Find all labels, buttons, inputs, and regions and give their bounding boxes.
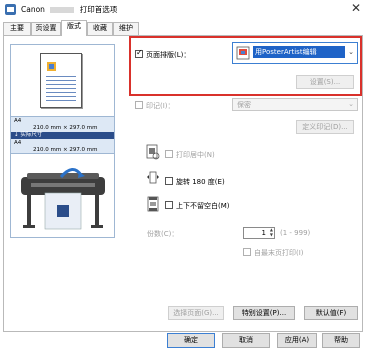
defaults-button[interactable]: 默认值(F) — [304, 306, 358, 320]
page-layout-checkbox[interactable] — [135, 48, 143, 58]
close-icon[interactable]: ✕ — [351, 1, 361, 15]
tab-maintenance[interactable]: 维护 — [113, 22, 139, 35]
print-center-label: 打印居中(N) — [176, 151, 215, 159]
model-name-blurred — [50, 7, 75, 13]
stamp-checkbox[interactable] — [135, 101, 143, 109]
source-size: A4 — [14, 118, 22, 124]
copies-value: 1 — [261, 229, 266, 237]
copies-label: 份数(C)： — [147, 230, 179, 238]
chevron-down-icon: ⌄ — [348, 48, 354, 56]
no-top-bottom-margin-checkbox[interactable] — [165, 201, 173, 209]
rotate-icon — [147, 171, 159, 184]
tab-layout[interactable]: 版式 — [61, 20, 87, 36]
print-from-last-page-checkbox[interactable] — [243, 248, 251, 256]
image-icon — [47, 62, 56, 71]
rotate-180-checkbox[interactable] — [165, 177, 173, 185]
page-layout-select[interactable]: 用PosterArtist编辑 ⌄ — [232, 42, 358, 64]
define-stamp-button[interactable]: 定义印记(D)... — [296, 120, 354, 134]
settings-preview: A4 210.0 mm × 297.0 mm ↓ 实际尺寸 A4 210.0 m… — [10, 44, 115, 238]
title-brand: Canon — [21, 5, 45, 14]
title-suffix: 打印首选项 — [79, 5, 118, 14]
poster-artist-icon — [236, 46, 250, 60]
stamp-value: 保密 — [237, 101, 251, 109]
printer-app-icon — [5, 4, 16, 15]
copies-range: (1 - 999) — [280, 229, 311, 237]
apply-button[interactable]: 应用(A) — [277, 333, 317, 348]
source-dimensions: 210.0 mm × 297.0 mm — [33, 125, 98, 131]
no-top-bottom-margin-label: 上下不留空白(M) — [176, 202, 230, 210]
tab-page-setup[interactable]: 页设置 — [31, 22, 61, 35]
print-center-icon — [146, 144, 160, 160]
layout-settings-button[interactable]: 设置(S)... — [296, 75, 354, 89]
paper-size-info: A4 210.0 mm × 297.0 mm ↓ 实际尺寸 A4 210.0 m… — [11, 116, 114, 154]
spinner-arrows-icon[interactable]: ▲ ▼ — [270, 227, 273, 237]
cancel-button[interactable]: 取消 — [222, 333, 270, 348]
copies-spinner[interactable]: 1 ▲ ▼ — [243, 227, 275, 239]
scaling-row: ↓ 实际尺寸 — [11, 132, 114, 139]
page-layout-value: 用PosterArtist编辑 — [253, 46, 345, 58]
rotate-180-label: 旋转 180 度(E) — [176, 178, 225, 186]
help-button[interactable]: 帮助 — [322, 333, 360, 348]
paper-preview — [40, 53, 82, 108]
output-dimensions: 210.0 mm × 297.0 mm — [33, 147, 98, 153]
scaling-label: 实际尺寸 — [20, 132, 43, 138]
tab-favorites[interactable]: 收藏 — [87, 22, 113, 35]
ok-button[interactable]: 确定 — [167, 333, 215, 348]
select-page-button[interactable]: 选择页面(G)... — [168, 306, 224, 320]
large-format-printer-icon — [21, 168, 105, 230]
special-settings-button[interactable]: 特别设置(P)... — [233, 306, 295, 320]
page-layout-label: 页面排版(L)： — [146, 51, 191, 59]
print-from-last-page-label: 自最末页打印(I) — [254, 249, 304, 257]
window-title: Canon 打印首选项 — [21, 4, 117, 15]
output-size: A4 — [14, 140, 22, 146]
no-margin-icon — [147, 196, 159, 212]
print-center-checkbox[interactable] — [165, 150, 173, 158]
stamp-label: 印记(I)： — [146, 102, 175, 110]
stamp-select[interactable]: 保密 ⌄ — [232, 98, 358, 111]
tab-main[interactable]: 主要 — [3, 22, 31, 35]
chevron-down-icon: ⌄ — [348, 100, 354, 108]
title-bar: Canon 打印首选项 ✕ — [0, 0, 367, 19]
